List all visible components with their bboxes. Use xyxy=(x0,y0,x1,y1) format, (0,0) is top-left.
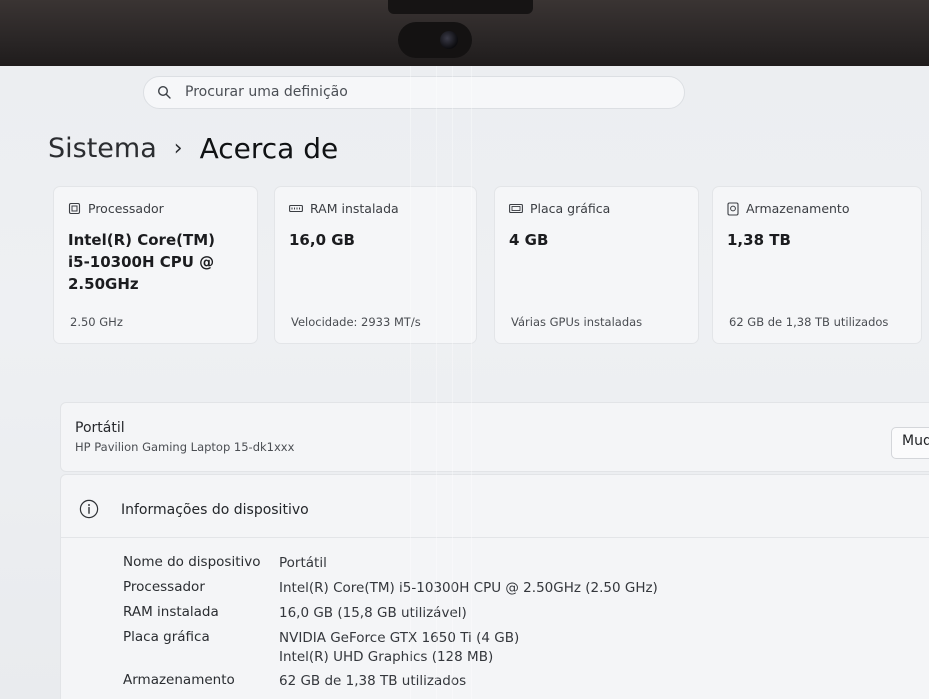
chevron-right-icon: › xyxy=(173,135,183,161)
processor-card-header: Processador xyxy=(68,201,164,216)
device-model-label: HP Pavilion Gaming Laptop 15-dk1xxx xyxy=(75,440,295,454)
graphics-card-icon xyxy=(509,203,523,213)
graphics-card-value: 4 GB xyxy=(509,229,548,251)
spec-value-line: 16,0 GB (15,8 GB utilizável) xyxy=(279,605,467,621)
device-type-label: Portátil xyxy=(75,420,125,436)
ram-value-line: 16,0 GB xyxy=(289,231,355,249)
processor-card: Processador Intel(R) Core(TM) i5-10300H … xyxy=(53,186,258,344)
device-name-panel: Portátil HP Pavilion Gaming Laptop 15-dk… xyxy=(60,402,929,472)
spec-value[interactable]: Portátil xyxy=(279,554,327,573)
storage-card-header: Armazenamento xyxy=(727,201,849,216)
rename-device-button[interactable]: Mud xyxy=(891,427,929,459)
ram-icon xyxy=(289,204,303,212)
spec-row-processor: Processador Intel(R) Core(TM) i5-10300H … xyxy=(123,579,658,598)
processor-card-title: Processador xyxy=(88,201,164,216)
search-icon xyxy=(157,85,171,99)
bezel-notch xyxy=(388,0,533,14)
screen-line-artifact xyxy=(471,66,472,699)
screen-line-artifact xyxy=(452,66,453,699)
processor-card-subtitle: 2.50 GHz xyxy=(70,315,123,329)
ram-card-value: 16,0 GB xyxy=(289,229,355,251)
graphics-card-header: Placa gráfica xyxy=(509,201,610,216)
graphics-card-title: Placa gráfica xyxy=(530,201,611,216)
device-specifications-header[interactable]: Informações do dispositivo xyxy=(61,475,929,538)
screen-line-artifact xyxy=(436,66,437,699)
ram-card-subtitle: Velocidade: 2933 MT/s xyxy=(291,315,421,329)
graphics-card: Placa gráfica 4 GB Várias GPUs instalada… xyxy=(494,186,699,344)
info-icon xyxy=(79,499,99,519)
spec-label: Placa gráfica xyxy=(123,629,210,645)
storage-card-title: Armazenamento xyxy=(746,201,850,216)
storage-card-value: 1,38 TB xyxy=(727,229,791,251)
screen-line-artifact xyxy=(410,66,411,699)
spec-value[interactable]: 16,0 GB (15,8 GB utilizável) xyxy=(279,604,467,623)
spec-label: Processador xyxy=(123,579,205,595)
search-placeholder: Procurar uma definição xyxy=(185,84,348,100)
laptop-bezel xyxy=(0,0,929,66)
search-input[interactable]: Procurar uma definição xyxy=(143,76,685,109)
spec-label: RAM instalada xyxy=(123,604,219,620)
spec-row-device-name: Nome do dispositivo Portátil xyxy=(123,554,327,573)
spec-label: Armazenamento xyxy=(123,672,235,688)
spec-row-graphics: Placa gráfica NVIDIA GeForce GTX 1650 Ti… xyxy=(123,629,519,667)
processor-value-line: 2.50GHz xyxy=(68,275,139,293)
ram-card-title: RAM instalada xyxy=(310,201,399,216)
ram-card-header: RAM instalada xyxy=(289,201,399,216)
webcam-lens-icon xyxy=(440,31,458,49)
breadcrumb-parent[interactable]: Sistema xyxy=(48,133,157,164)
spec-label: Nome do dispositivo xyxy=(123,554,261,570)
storage-icon xyxy=(727,201,739,216)
processor-value-line: i5-10300H CPU @ xyxy=(68,253,215,271)
spec-value[interactable]: Intel(R) Core(TM) i5-10300H CPU @ 2.50GH… xyxy=(279,579,658,598)
storage-value-line: 1,38 TB xyxy=(727,231,791,249)
device-specifications-title: Informações do dispositivo xyxy=(121,502,309,518)
graphics-card-subtitle: Várias GPUs instaladas xyxy=(511,315,643,329)
spec-value[interactable]: NVIDIA GeForce GTX 1650 Ti (4 GB) Intel(… xyxy=(279,629,519,667)
spec-value-line: Intel(R) Core(TM) i5-10300H CPU @ 2.50GH… xyxy=(279,580,658,596)
spec-value-line: Intel(R) UHD Graphics (128 MB) xyxy=(279,649,494,665)
spec-value[interactable]: 62 GB de 1,38 TB utilizados xyxy=(279,672,466,691)
processor-card-value: Intel(R) Core(TM) i5-10300H CPU @ 2.50GH… xyxy=(68,229,215,295)
breadcrumb: Sistema › Acerca de xyxy=(48,128,338,168)
processor-icon xyxy=(68,202,81,215)
spec-value-line: NVIDIA GeForce GTX 1650 Ti (4 GB) xyxy=(279,630,520,646)
webcam-housing xyxy=(398,22,472,58)
spec-value-line: 62 GB de 1,38 TB utilizados xyxy=(279,673,467,689)
storage-card-subtitle: 62 GB de 1,38 TB utilizados xyxy=(729,315,889,329)
spec-row-storage: Armazenamento 62 GB de 1,38 TB utilizado… xyxy=(123,672,466,691)
graphics-value-line: 4 GB xyxy=(509,231,549,249)
spec-value-line: Portátil xyxy=(279,555,327,571)
ram-card: RAM instalada 16,0 GB Velocidade: 2933 M… xyxy=(274,186,477,344)
settings-window: Procurar uma definição Sistema › Acerca … xyxy=(0,66,929,699)
storage-card: Armazenamento 1,38 TB 62 GB de 1,38 TB u… xyxy=(712,186,922,344)
spec-row-ram: RAM instalada 16,0 GB (15,8 GB utilizáve… xyxy=(123,604,467,623)
processor-value-line: Intel(R) Core(TM) xyxy=(68,231,215,249)
page-title: Acerca de xyxy=(199,131,339,165)
device-specifications-panel: Informações do dispositivo Nome do dispo… xyxy=(60,474,929,699)
